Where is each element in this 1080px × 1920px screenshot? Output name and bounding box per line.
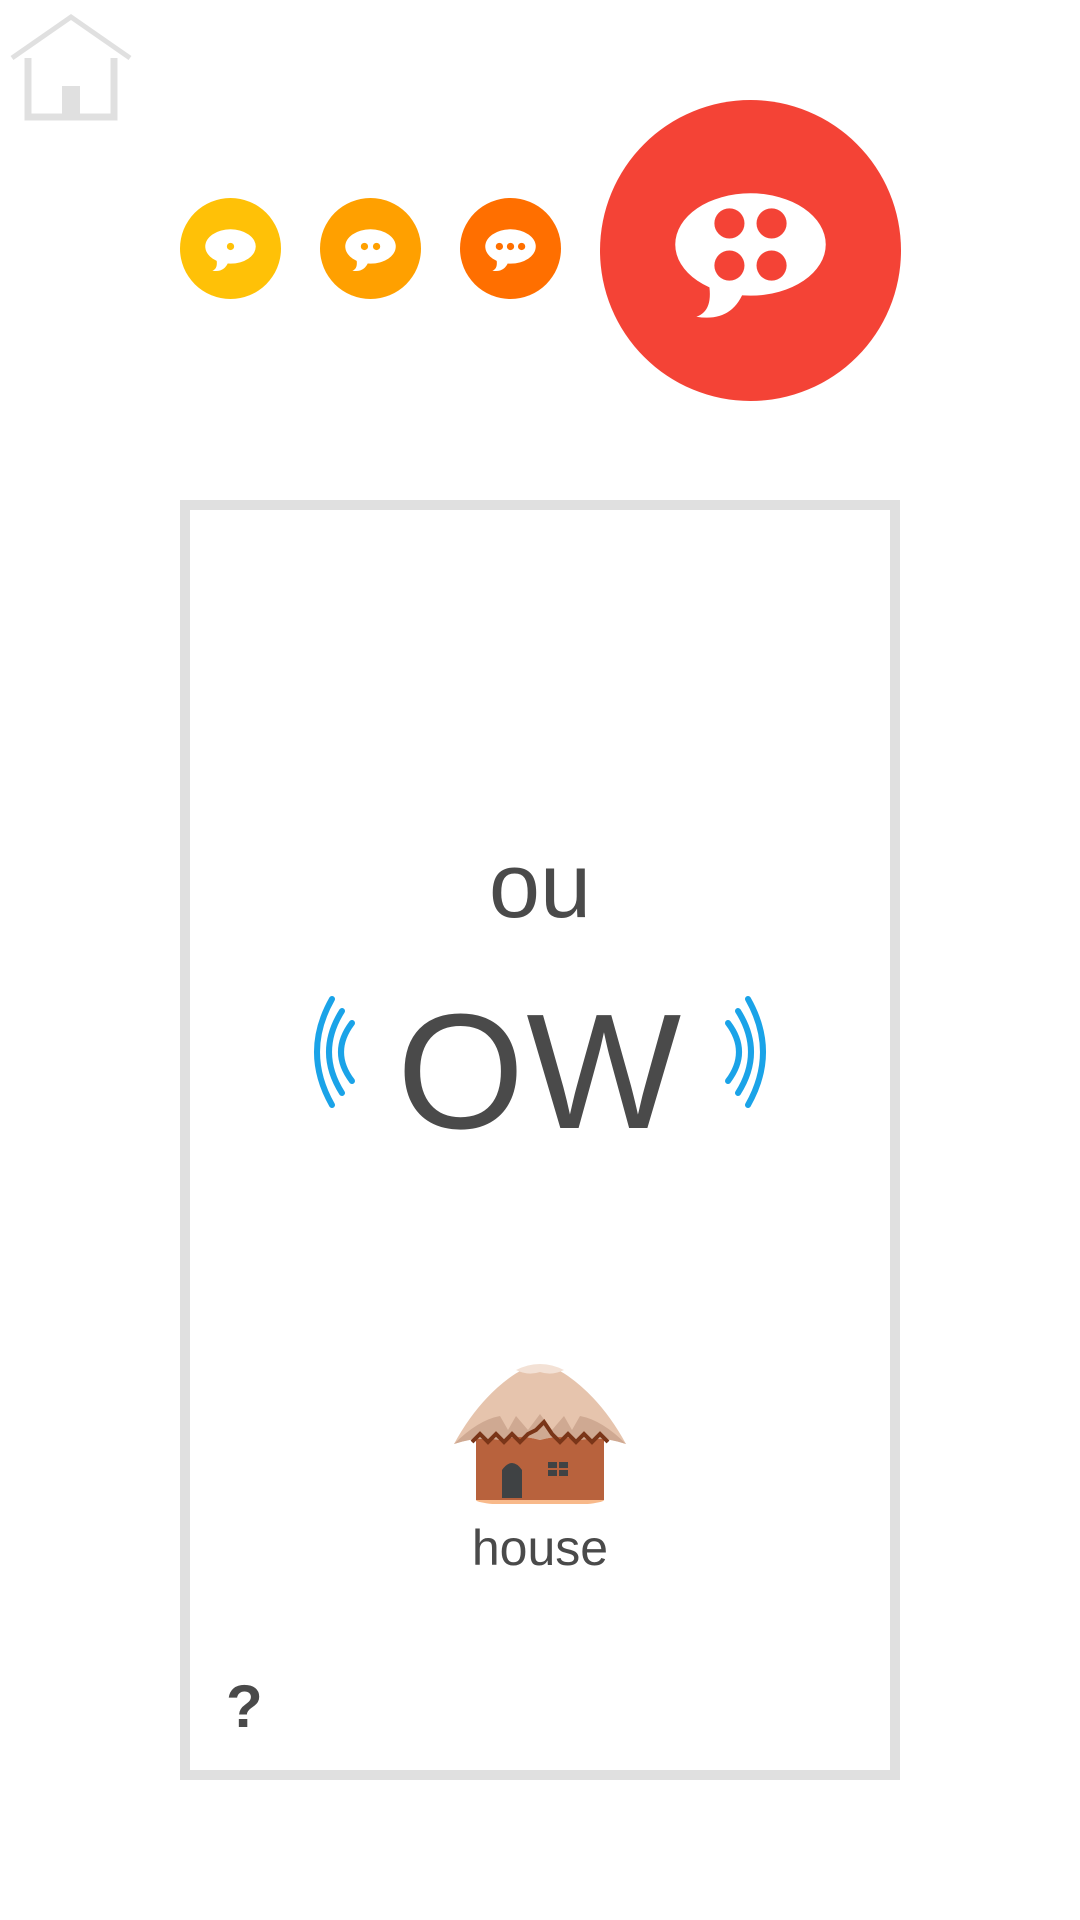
sound-waves-right-icon[interactable] [722, 995, 772, 1110]
speech-dot [517, 242, 526, 251]
sound-waves-left-icon[interactable] [308, 995, 358, 1110]
speech-dot [495, 242, 504, 251]
speech-dot [714, 208, 745, 239]
speech-dot [756, 250, 787, 281]
speech-dot [226, 242, 235, 251]
speech-bubble-icon [345, 229, 396, 272]
help-button[interactable]: ? [226, 1677, 263, 1737]
level-3-button[interactable] [460, 198, 561, 299]
example-word: house [471, 1520, 609, 1576]
home-icon [10, 13, 132, 121]
speech-bubble-icon [675, 193, 826, 318]
grapheme-small: ou [488, 835, 592, 937]
level-1-button[interactable] [180, 198, 281, 299]
speech-dot [506, 242, 515, 251]
grapheme-large[interactable]: OW [0, 990, 1080, 1154]
speech-dot [714, 250, 745, 281]
hut-icon [452, 1360, 628, 1506]
speech-dot [372, 242, 381, 251]
home-button[interactable] [10, 12, 132, 122]
speech-bubble-icon [205, 229, 256, 272]
level-2-button[interactable] [320, 198, 421, 299]
speech-bubble-icon [485, 229, 536, 272]
speech-dot [360, 242, 369, 251]
speech-dot [756, 208, 787, 239]
level-4-button[interactable] [600, 100, 901, 401]
